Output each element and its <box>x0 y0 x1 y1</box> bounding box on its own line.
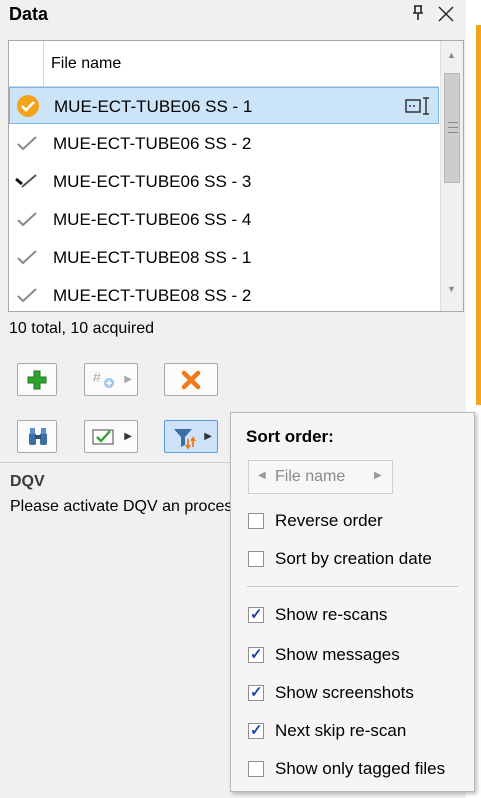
file-list[interactable]: File name MUE-ECT-TUBE06 SS - 1 MUE-ECT-… <box>8 40 464 312</box>
panel-title: Data <box>9 4 49 24</box>
dropdown-arrow-icon: ▶ <box>204 431 212 442</box>
option-label: Show only tagged files <box>275 759 446 778</box>
dropdown-arrow-icon: ▶ <box>124 431 132 442</box>
file-name: MUE-ECT-TUBE06 SS - 1 <box>54 97 253 116</box>
pin-icon[interactable] <box>411 5 425 26</box>
accent-edge <box>476 25 481 405</box>
scroll-thumb[interactable]: — — — <box>444 73 460 183</box>
checkbox[interactable] <box>248 761 264 777</box>
add-number-button[interactable]: # ▶ <box>84 363 138 396</box>
checkbox[interactable] <box>248 551 264 567</box>
list-item[interactable]: MUE-ECT-TUBE08 SS - 2 <box>9 277 439 311</box>
plus-badge-icon <box>104 378 114 388</box>
check-marked-icon <box>15 169 39 193</box>
list-item[interactable]: MUE-ECT-TUBE06 SS - 4 <box>9 201 439 238</box>
find-button[interactable] <box>17 420 57 453</box>
option-label: Sort by creation date <box>275 549 432 568</box>
close-icon[interactable] <box>437 3 455 29</box>
list-item[interactable]: MUE-ECT-TUBE06 SS - 1 <box>9 87 439 124</box>
checklist-icon <box>92 429 114 445</box>
dqv-message: Please activate DQV an process. <box>10 498 245 515</box>
column-separator <box>43 41 44 86</box>
binoculars-icon <box>29 428 47 445</box>
checkbox[interactable]: ✓ <box>248 646 264 663</box>
list-item[interactable]: MUE-ECT-TUBE08 SS - 1 <box>9 239 439 276</box>
check-icon: ✓ <box>250 646 263 663</box>
option-label: Show screenshots <box>275 683 414 702</box>
delete-x-icon <box>181 370 201 390</box>
delete-button[interactable] <box>164 363 218 396</box>
list-item[interactable]: MUE-ECT-TUBE06 SS - 3 <box>9 163 439 200</box>
check-icon <box>15 245 39 269</box>
file-name: MUE-ECT-TUBE08 SS - 2 <box>53 286 252 305</box>
check-icon: ✓ <box>250 606 263 623</box>
file-name: MUE-ECT-TUBE06 SS - 3 <box>53 172 252 191</box>
checkbox[interactable]: ✓ <box>248 722 264 739</box>
row-edit-icon[interactable] <box>405 96 433 120</box>
arrow-right-icon[interactable]: ▶ <box>374 470 382 481</box>
scroll-down-icon[interactable]: ▼ <box>447 284 456 294</box>
list-status: 10 total, 10 acquired <box>9 320 154 337</box>
panel-titlebar: Data <box>0 0 466 35</box>
grip-icon: — — — <box>448 117 458 138</box>
list-scrollbar[interactable]: ▲ — — — ▼ <box>440 41 463 311</box>
check-icon: ✓ <box>250 684 263 701</box>
dropdown-arrow-icon: ▶ <box>124 374 132 385</box>
checkbox[interactable]: ✓ <box>248 684 264 701</box>
checkbox[interactable]: ✓ <box>248 606 264 623</box>
add-number-icon: # <box>93 369 101 385</box>
file-name: MUE-ECT-TUBE06 SS - 4 <box>53 210 252 229</box>
popup-divider <box>247 586 458 587</box>
current-file-icon <box>16 94 40 118</box>
sort-field-value: File name <box>275 468 346 485</box>
option-label: Show messages <box>275 645 400 664</box>
dqv-heading: DQV <box>10 473 45 490</box>
check-icon: ✓ <box>250 722 263 739</box>
sort-field-selector[interactable]: ◀ File name ▶ <box>248 460 393 494</box>
check-icon <box>15 283 39 307</box>
scroll-up-icon[interactable]: ▲ <box>447 50 456 60</box>
checkbox[interactable] <box>248 513 264 529</box>
sort-order-title: Sort order: <box>246 427 334 446</box>
list-column-header[interactable]: File name <box>9 41 439 87</box>
list-item[interactable]: MUE-ECT-TUBE06 SS - 2 <box>9 125 439 162</box>
plus-icon <box>27 370 47 390</box>
sort-filter-button[interactable]: ▶ <box>164 420 218 453</box>
checklist-button[interactable]: ▶ <box>84 420 138 453</box>
option-label: Show re-scans <box>275 605 388 624</box>
add-file-button[interactable] <box>17 363 57 396</box>
file-name: MUE-ECT-TUBE06 SS - 2 <box>53 134 252 153</box>
check-icon <box>15 131 39 155</box>
option-label: Reverse order <box>275 511 383 530</box>
check-icon <box>15 207 39 231</box>
sort-order-popup: Sort order: ◀ File name ▶ Reverse order … <box>230 412 475 792</box>
file-name: MUE-ECT-TUBE08 SS - 1 <box>53 248 252 267</box>
column-header-filename[interactable]: File name <box>51 55 121 73</box>
sort-filter-icon <box>174 429 196 449</box>
option-label: Next skip re-scan <box>275 721 407 740</box>
arrow-left-icon[interactable]: ◀ <box>258 470 266 481</box>
